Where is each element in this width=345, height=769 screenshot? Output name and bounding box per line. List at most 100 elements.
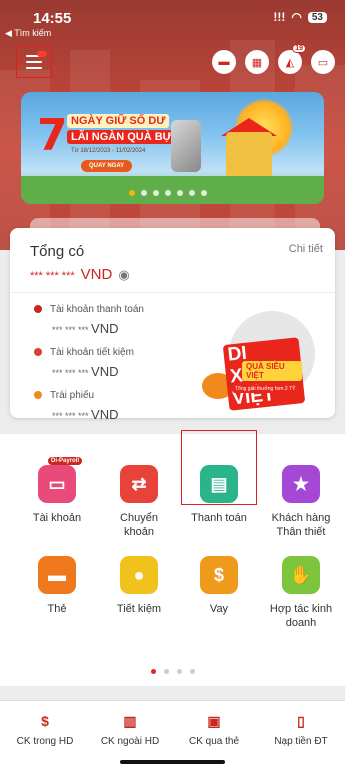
- chat-icon: ▬: [218, 56, 230, 68]
- service-card[interactable]: ▬ Thẻ: [14, 556, 100, 617]
- top-actions: ▬ ▦ ◭ 19 ▭: [212, 44, 335, 74]
- total-balance: *** *** *** VND ◉: [30, 266, 130, 283]
- promo-sticker[interactable]: DI XUYÊN VIỆT QUÀ SIÊU VIỆT Tổng giải th…: [202, 337, 306, 411]
- menu-button[interactable]: [16, 46, 52, 78]
- banner-pager-dot[interactable]: [153, 190, 159, 196]
- piggy-icon: ●: [120, 556, 158, 594]
- back-to-search-link[interactable]: ◀ Tìm kiếm: [5, 28, 51, 39]
- banner-pager-dot[interactable]: [141, 190, 147, 196]
- promo-banner[interactable]: 7 NGÀY GIỮ SỐ DƯ LÃI NGÀN QUÀ BỰ Từ 18/1…: [21, 92, 324, 204]
- service-transfer[interactable]: ⇄ Chuyển khoản: [96, 465, 182, 540]
- wifi-icon: ◠: [291, 10, 302, 24]
- account-savings-row[interactable]: Tài khoản tiết kiệm: [34, 347, 134, 358]
- service-label: Vay: [209, 603, 229, 615]
- service-pager-dot[interactable]: [189, 669, 195, 674]
- legend-dot-icon: [34, 305, 42, 313]
- total-masked-value: *** *** ***: [30, 270, 75, 282]
- bottom-quick-bar: $ CK trong HD ▥ CK ngoài HD ▣ CK qua thẻ…: [0, 700, 345, 769]
- service-loan[interactable]: $ Vay: [176, 556, 262, 617]
- bell-icon: ◭: [285, 56, 295, 69]
- account-value: *** *** *** VND: [52, 321, 119, 336]
- battery-icon: 53: [307, 11, 327, 23]
- promo-subtitle: QUÀ SIÊU VIỆT: [242, 361, 302, 381]
- service-label: Tài khoản: [32, 512, 82, 524]
- gift-button[interactable]: ▭: [311, 50, 335, 74]
- balance-title: Tổng có: [30, 243, 85, 260]
- account-label: Tài khoản thanh toán: [50, 304, 144, 315]
- service-business[interactable]: ✋ Hợp tác kinh doanh: [258, 556, 344, 631]
- dollar-transfer-icon: $: [41, 713, 49, 729]
- banner-pager[interactable]: [129, 190, 207, 196]
- legend-dot-icon: [34, 391, 42, 399]
- home-indicator[interactable]: [120, 760, 225, 764]
- wallet-icon: ▭ Di-Payroll: [38, 457, 83, 503]
- transfer-icon: ⇄: [120, 465, 158, 503]
- service-pager-dot[interactable]: [163, 669, 169, 674]
- account-value: *** *** *** VND: [52, 364, 119, 379]
- banner-pager-dot[interactable]: [177, 190, 183, 196]
- star-icon: ★: [282, 465, 320, 503]
- handshake-icon: ✋: [282, 556, 320, 594]
- service-account[interactable]: ▭ Di-Payroll Tài khoản: [14, 457, 100, 526]
- promo-caption: Tổng giải thưởng hơn 2 TỶ: [232, 385, 299, 393]
- signal-icon: !!!: [273, 10, 286, 24]
- banner-headline-2: LÃI NGÀN QUÀ BỰ: [67, 130, 176, 144]
- service-label: Thẻ: [47, 603, 67, 615]
- balance-card: Tổng có Chi tiết *** *** *** VND ◉ Tài k…: [10, 228, 335, 422]
- total-currency: VND: [80, 266, 113, 283]
- new-dot-icon: [37, 51, 47, 57]
- tab-transfer-card[interactable]: ▣ CK qua thẻ: [171, 713, 257, 747]
- account-value: *** *** *** VND: [52, 407, 119, 422]
- notification-button[interactable]: ◭ 19: [278, 44, 306, 74]
- account-payment-row[interactable]: Tài khoản thanh toán: [34, 304, 144, 315]
- banner-date: Từ 18/12/2023 - 11/02/2024: [71, 148, 146, 154]
- banner-pager-dot[interactable]: [201, 190, 207, 196]
- service-label: Hợp tác kinh doanh: [269, 603, 333, 629]
- account-label: Tài khoản tiết kiệm: [50, 347, 134, 358]
- detail-link[interactable]: Chi tiết: [289, 243, 323, 255]
- service-loyalty[interactable]: ★ Khách hàng Thân thiết: [258, 465, 344, 540]
- legend-dot-icon: [34, 348, 42, 356]
- service-label: Tiết kiệm: [116, 603, 162, 615]
- tab-transfer-external[interactable]: ▥ CK ngoài HD: [87, 713, 173, 747]
- banner-big-number: 7: [37, 110, 68, 161]
- account-label: Trái phiếu: [50, 390, 95, 401]
- service-label: Chuyển khoản: [120, 512, 158, 538]
- phone-prize-icon: [171, 120, 201, 172]
- card-icon: ▬: [38, 556, 76, 594]
- card-transfer-icon: ▣: [207, 713, 221, 729]
- eye-toggle-icon[interactable]: ◉: [118, 267, 129, 283]
- qr-code-icon: ▦: [251, 56, 263, 69]
- tab-phone-topup[interactable]: ▯ Nạp tiền ĐT: [258, 713, 344, 747]
- header-hero: 14:55 ◀ Tìm kiếm !!! ◠ 53 ▬ ▦ ◭ 19 ▭ 7 N…: [0, 0, 345, 250]
- phone-topup-icon: ▯: [297, 713, 305, 729]
- banner-headline-1: NGÀY GIỮ SỐ DƯ: [67, 114, 170, 128]
- dollar-icon: $: [200, 556, 238, 594]
- banner-cta-button[interactable]: QUAY NGAY: [81, 160, 133, 172]
- gift-icon: ▭: [317, 56, 329, 69]
- account-bonds-row[interactable]: Trái phiếu: [34, 390, 94, 401]
- banner-pager-dot[interactable]: [129, 190, 135, 196]
- service-label: Khách hàng Thân thiết: [271, 512, 331, 538]
- banner-pager-dot[interactable]: [165, 190, 171, 196]
- tab-label: CK trong HD: [16, 736, 74, 747]
- payment-highlight-box: [181, 430, 257, 505]
- service-pager-dot[interactable]: [150, 669, 156, 674]
- tab-transfer-internal[interactable]: $ CK trong HD: [2, 713, 88, 747]
- service-label: Thanh toán: [191, 512, 247, 524]
- qr-button[interactable]: ▦: [245, 50, 269, 74]
- service-pager-dot[interactable]: [176, 669, 182, 674]
- house-prize-icon: [226, 132, 272, 176]
- banner-pager-dot[interactable]: [189, 190, 195, 196]
- card-divider: [10, 292, 335, 293]
- payroll-tag: Di-Payroll: [48, 457, 83, 465]
- service-pager[interactable]: [0, 669, 345, 674]
- status-time: 14:55: [33, 10, 72, 27]
- service-savings[interactable]: ● Tiết kiệm: [96, 556, 182, 617]
- tab-label: CK qua thẻ: [188, 736, 240, 747]
- chat-button[interactable]: ▬: [212, 50, 236, 74]
- status-bar: 14:55 ◀ Tìm kiếm !!! ◠ 53: [0, 0, 345, 40]
- system-icons: !!! ◠ 53: [273, 10, 327, 24]
- notification-badge: 19: [292, 44, 306, 53]
- tab-label: Nạp tiền ĐT: [274, 736, 328, 747]
